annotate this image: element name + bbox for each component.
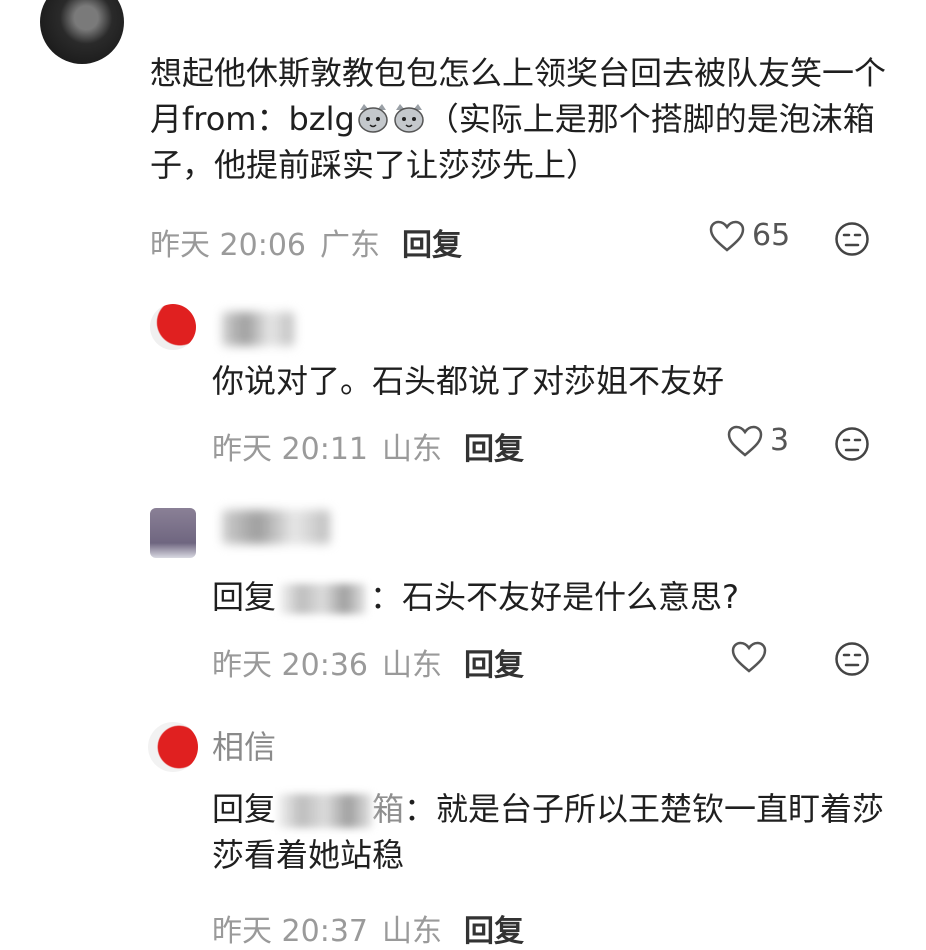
comment-text: 想起他休斯敦教包包怎么上领奖台回去被队友笑一个月from：bzlg （实际上是那个… xyxy=(150,54,887,184)
timestamp: 昨天 20:06 xyxy=(150,228,306,263)
avatar[interactable] xyxy=(148,722,198,772)
location: 山东 xyxy=(382,914,442,949)
comment-meta: 昨天 20:06 广东 回复 xyxy=(150,220,462,264)
heart-outline-icon xyxy=(727,425,763,457)
reply-button[interactable]: 回复 xyxy=(464,640,524,684)
like-button[interactable]: 65 xyxy=(708,218,790,253)
comment-meta: 昨天 20:37 山东 回复 xyxy=(212,906,524,950)
neutral-face-icon[interactable] xyxy=(834,426,870,462)
comment-text: 你说对了。石头都说了对莎姐不友好 xyxy=(212,362,725,400)
neutral-face-icon[interactable] xyxy=(834,641,870,677)
avatar[interactable] xyxy=(150,508,196,558)
timestamp: 昨天 20:37 xyxy=(212,914,368,949)
like-button[interactable] xyxy=(730,640,774,674)
timestamp: 昨天 20:36 xyxy=(212,648,368,683)
heart-outline-icon xyxy=(731,641,767,673)
comment-meta: 昨天 20:11 山东 回复 xyxy=(212,424,524,468)
username-redacted[interactable] xyxy=(222,312,294,346)
reply-to-user-redacted[interactable] xyxy=(278,794,373,828)
comment-text: 回复 箱：就是台子所以王楚钦一直盯着莎莎看着她站稳 xyxy=(212,790,885,874)
neutral-face-icon[interactable] xyxy=(834,221,870,257)
heart-outline-icon xyxy=(709,220,745,252)
like-count: 3 xyxy=(770,423,790,458)
location: 山东 xyxy=(382,432,442,467)
reply-prefix: 回复 xyxy=(212,578,277,616)
reply-to-user-redacted[interactable] xyxy=(280,584,367,614)
username-redacted[interactable] xyxy=(222,510,330,544)
like-button[interactable]: 3 xyxy=(726,423,789,458)
avatar[interactable] xyxy=(150,304,196,350)
like-count: 65 xyxy=(752,218,791,253)
avatar[interactable] xyxy=(40,0,124,64)
reply-button[interactable]: 回复 xyxy=(402,220,462,264)
username[interactable]: 相信 xyxy=(212,722,276,768)
location: 广东 xyxy=(320,228,380,263)
cat-face-emoji xyxy=(394,104,424,133)
reply-prefix: 回复 xyxy=(212,790,277,828)
timestamp: 昨天 20:11 xyxy=(212,432,368,467)
cat-face-emoji xyxy=(358,104,388,133)
reply-button[interactable]: 回复 xyxy=(464,906,524,950)
reply-button[interactable]: 回复 xyxy=(464,424,524,468)
comment-text: 回复 ：石头不友好是什么意思? xyxy=(212,578,740,616)
location: 山东 xyxy=(382,648,442,683)
comment-meta: 昨天 20:36 山东 回复 xyxy=(212,640,524,684)
